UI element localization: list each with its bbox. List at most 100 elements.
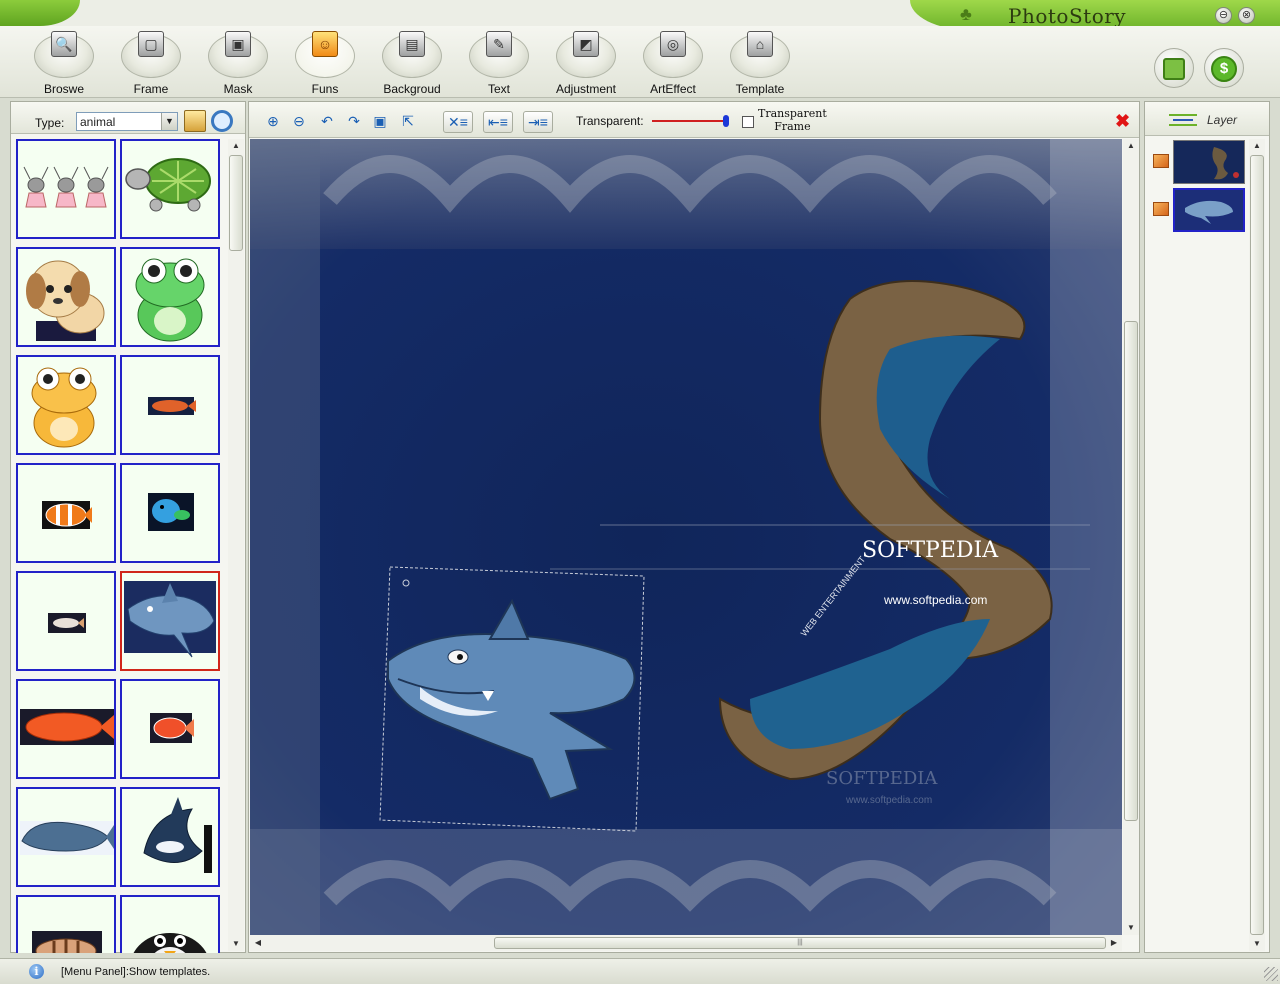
zoom-in-icon[interactable]: ⊕: [262, 111, 284, 133]
transparent-label: Transparent:: [576, 114, 644, 128]
adjustment-icon: ◩: [573, 31, 599, 57]
thumbnail-bunnies[interactable]: [16, 139, 116, 239]
resize-grip-icon[interactable]: [1264, 967, 1278, 981]
layer-item-background[interactable]: [1153, 140, 1247, 184]
scroll-thumb[interactable]: [1250, 155, 1264, 935]
tool-background-button[interactable]: ▤ Backgroud: [369, 26, 455, 98]
layers-icon: [1169, 114, 1197, 126]
thumbnail-penguin[interactable]: [120, 895, 220, 953]
open-folder-icon[interactable]: [184, 110, 206, 132]
thumbnail-tiny-fish[interactable]: [16, 571, 116, 671]
tool-label: Template: [735, 82, 785, 96]
indent-right-icon[interactable]: ⇥≡: [523, 111, 553, 133]
type-dropdown[interactable]: animal ▼: [76, 112, 178, 131]
redo-icon[interactable]: ↷: [343, 111, 365, 133]
undo-icon[interactable]: ↶: [316, 111, 338, 133]
watermark-text: SOFTPEDIA: [826, 768, 938, 789]
tool-broswe-button[interactable]: 🔍 Broswe: [21, 26, 107, 98]
thumbnail-clownfish[interactable]: [16, 463, 116, 563]
layer-thumbnail: [1173, 140, 1245, 184]
scroll-down-icon[interactable]: ▼: [1123, 921, 1139, 935]
thumbnail-orange-frog[interactable]: [16, 355, 116, 455]
layer-panel: Layer ▲ ▼: [1144, 101, 1270, 953]
tool-text-button[interactable]: ✎ Text: [456, 26, 542, 98]
magnifier-icon: 🔍: [51, 31, 77, 57]
info-icon: i: [29, 964, 44, 979]
close-button[interactable]: ⊗: [1238, 7, 1255, 24]
scroll-down-icon[interactable]: ▼: [228, 937, 244, 951]
frame-icon: ▢: [138, 31, 164, 57]
transparent-frame-label: Transparent Frame: [758, 107, 827, 133]
layer-image-icon[interactable]: [1153, 154, 1169, 168]
scroll-up-icon[interactable]: ▲: [228, 139, 244, 153]
tool-arteffect-button[interactable]: ◎ ArtEffect: [630, 26, 716, 98]
scroll-thumb[interactable]: [229, 155, 243, 251]
slider-knob[interactable]: [723, 115, 729, 127]
minimize-button[interactable]: ⊖: [1215, 7, 1232, 24]
tool-funs-button[interactable]: ☺ Funs: [282, 26, 368, 98]
export-image-icon[interactable]: ⇱: [397, 111, 419, 133]
canvas-panel: ⊕ ⊖ ↶ ↷ ▣ ⇱ ✕≡ ⇤≡ ⇥≡ Transparent: Transp…: [248, 101, 1140, 953]
save-button[interactable]: [1154, 48, 1194, 88]
thumbnail-red-goldfish[interactable]: [120, 679, 220, 779]
transparent-frame-checkbox[interactable]: [742, 116, 754, 128]
tool-frame-button[interactable]: ▢ Frame: [108, 26, 194, 98]
chevron-down-icon[interactable]: ▼: [161, 113, 177, 130]
tool-adjustment-button[interactable]: ◩ Adjustment: [543, 26, 629, 98]
layer-thumbnail: [1173, 188, 1245, 232]
tool-label: ArtEffect: [650, 82, 696, 96]
tool-label: Frame: [133, 82, 169, 96]
tool-label: Mask: [223, 82, 253, 96]
type-filter-row: Type: animal ▼: [11, 102, 245, 134]
indent-left-icon[interactable]: ⇤≡: [483, 111, 513, 133]
layer-item-shark[interactable]: [1153, 188, 1247, 232]
remove-layer-icon[interactable]: ✕≡: [443, 111, 473, 133]
scroll-down-icon[interactable]: ▼: [1249, 937, 1265, 951]
layer-scrollbar[interactable]: ▲ ▼: [1249, 139, 1265, 951]
status-message: [Menu Panel]:Show templates.: [61, 966, 211, 978]
thumbnail-puppy[interactable]: [16, 247, 116, 347]
transparency-slider[interactable]: [652, 115, 732, 127]
tool-label: Text: [487, 82, 510, 96]
title-bar-left-accent: [0, 0, 80, 26]
thumbnail-scrollbar[interactable]: ▲ ▼: [228, 139, 244, 951]
fit-image-icon[interactable]: ▣: [369, 111, 391, 133]
thumbnail-whale[interactable]: [16, 787, 116, 887]
scroll-thumb[interactable]: [1124, 321, 1138, 821]
thumbnail-striped-fish[interactable]: [16, 895, 116, 953]
thumbnail-green-frog[interactable]: [120, 247, 220, 347]
type-label: Type:: [35, 116, 65, 130]
thumbnail-orca[interactable]: [120, 787, 220, 887]
layer-image-icon[interactable]: [1153, 202, 1169, 216]
scroll-up-icon[interactable]: ▲: [1249, 139, 1265, 153]
scroll-left-icon[interactable]: ◀: [250, 936, 266, 950]
palm-tree-icon: ♣: [960, 4, 972, 24]
thumbnail-blue-fish[interactable]: [120, 463, 220, 563]
canvas-vertical-scrollbar[interactable]: ▲ ▼: [1123, 139, 1139, 935]
template-thumbnail-grid: [16, 139, 222, 953]
canvas-horizontal-scrollbar[interactable]: ◀ ||| ▶: [250, 935, 1122, 951]
type-dropdown-value: animal: [80, 115, 116, 129]
scroll-right-icon[interactable]: ▶: [1106, 936, 1122, 950]
purchase-button[interactable]: $: [1204, 48, 1244, 88]
tool-mask-button[interactable]: ▣ Mask: [195, 26, 281, 98]
zoom-out-icon[interactable]: ⊖: [288, 111, 310, 133]
frame-label-line1: Transparent: [758, 107, 827, 120]
thumbnail-small-red-fish[interactable]: [120, 355, 220, 455]
scroll-thumb[interactable]: |||: [494, 937, 1106, 949]
layer-header: Layer: [1145, 102, 1269, 136]
thumbnail-turtle[interactable]: [120, 139, 220, 239]
delete-icon[interactable]: ✖: [1115, 112, 1130, 130]
brand-text: SOFTPEDIA: [862, 538, 999, 563]
mask-icon: ▣: [225, 31, 251, 57]
canvas-toolbar: ⊕ ⊖ ↶ ↷ ▣ ⇱ ✕≡ ⇤≡ ⇥≡ Transparent: Transp…: [249, 102, 1139, 138]
scroll-up-icon[interactable]: ▲: [1123, 139, 1139, 153]
photo-canvas[interactable]: SOFTPEDIA www.softpedia.com WEB ENTERTAI…: [250, 139, 1122, 935]
app-title: PhotoStory: [1008, 4, 1127, 28]
thumbnail-arowana-fish[interactable]: [16, 679, 116, 779]
thumbnail-shark[interactable]: [120, 571, 220, 671]
layer-title: Layer: [1207, 113, 1238, 127]
search-icon[interactable]: [211, 110, 233, 132]
template-panel: Type: animal ▼ ▲ ▼: [10, 101, 246, 953]
tool-template-button[interactable]: ⌂ Template: [717, 26, 803, 98]
